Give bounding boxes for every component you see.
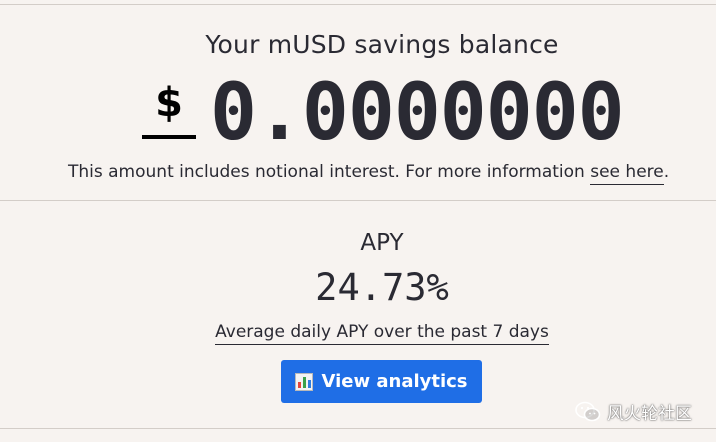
apy-value: 24.73% [315,266,449,309]
balance-title: Your mUSD savings balance [205,30,559,59]
view-analytics-label: View analytics [321,371,468,392]
balance-note-end: . [663,162,670,182]
balance-amount: 0.0000000 [210,68,625,158]
watermark-text: 风火轮社区 [607,404,692,424]
see-here-link[interactable]: see here [590,162,664,185]
bottom-divider [0,428,716,429]
balance-note-text: This amount includes notional interest. … [68,162,591,182]
wechat-icon [575,401,601,421]
currency-underline [142,135,196,139]
currency-symbol: $ [142,74,196,139]
view-analytics-button[interactable]: View analytics [281,360,482,403]
bar-chart-icon [295,372,314,391]
top-divider [0,4,716,5]
apy-label: APY [360,230,404,256]
watermark: 风火轮社区 [575,399,692,424]
section-divider [0,200,716,201]
apy-description-wrapper: Average daily APY over the past 7 days [0,322,716,345]
balance-display: $ 0.0000000 [142,68,625,158]
apy-description[interactable]: Average daily APY over the past 7 days [215,322,549,345]
currency-symbol-text: $ [155,80,183,126]
balance-note: This amount includes notional interest. … [68,162,670,185]
